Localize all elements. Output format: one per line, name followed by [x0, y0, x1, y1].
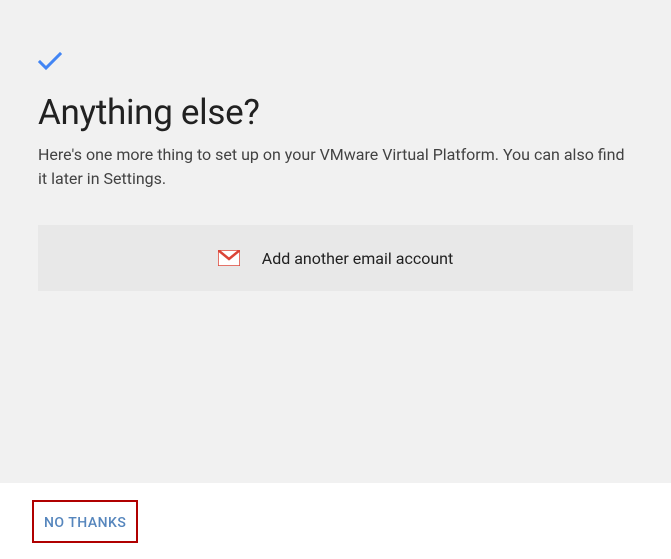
add-email-account-label: Add another email account: [262, 249, 453, 268]
no-thanks-label: NO THANKS: [44, 515, 126, 531]
add-email-account-button[interactable]: Add another email account: [38, 225, 633, 291]
gmail-icon: [218, 250, 240, 266]
footer-bar: NO THANKS: [0, 483, 671, 559]
checkmark-icon: [38, 52, 633, 72]
page-title: Anything else?: [38, 92, 633, 133]
setup-panel: Anything else? Here's one more thing to …: [0, 0, 671, 483]
no-thanks-button[interactable]: NO THANKS: [32, 500, 138, 543]
page-subtitle: Here's one more thing to set up on your …: [38, 143, 633, 191]
